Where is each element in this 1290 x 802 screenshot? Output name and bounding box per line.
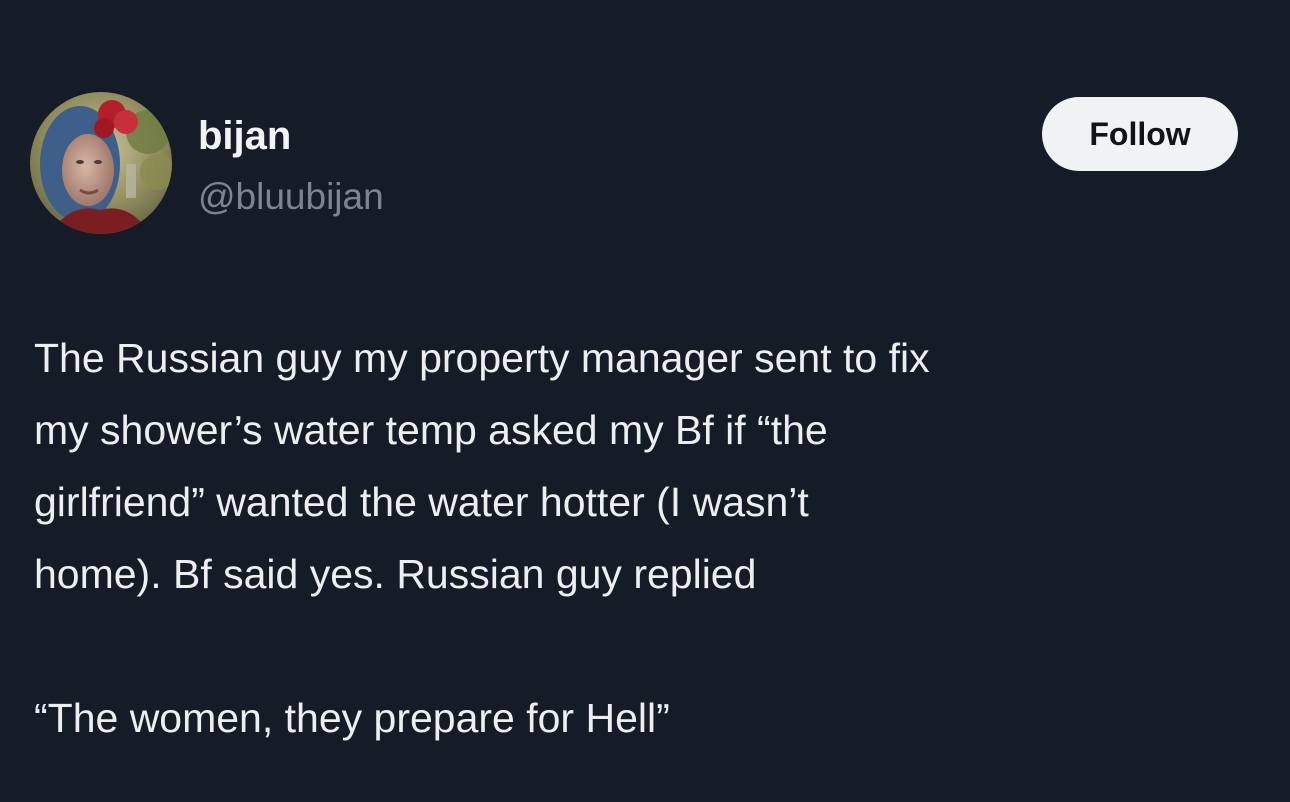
tweet-text-line: The Russian guy my property manager sent…	[34, 335, 930, 381]
tweet-card: bijan @bluubijan Follow The Russian guy …	[0, 0, 1290, 802]
tweet-text-line: girlfriend” wanted the water hotter (I w…	[34, 479, 809, 525]
user-handle[interactable]: @bluubijan	[198, 175, 384, 219]
follow-button[interactable]: Follow	[1042, 97, 1238, 171]
tweet-text-line: my shower’s water temp asked my Bf if “t…	[34, 407, 828, 453]
avatar[interactable]	[30, 92, 172, 234]
display-name[interactable]: bijan	[198, 112, 291, 160]
tweet-text-line: home). Bf said yes. Russian guy replied	[34, 551, 757, 597]
profile-photo-icon	[30, 92, 172, 234]
tweet-quote: “The women, they prepare for Hell”	[34, 695, 670, 741]
tweet-text: The Russian guy my property manager sent…	[34, 322, 1254, 610]
